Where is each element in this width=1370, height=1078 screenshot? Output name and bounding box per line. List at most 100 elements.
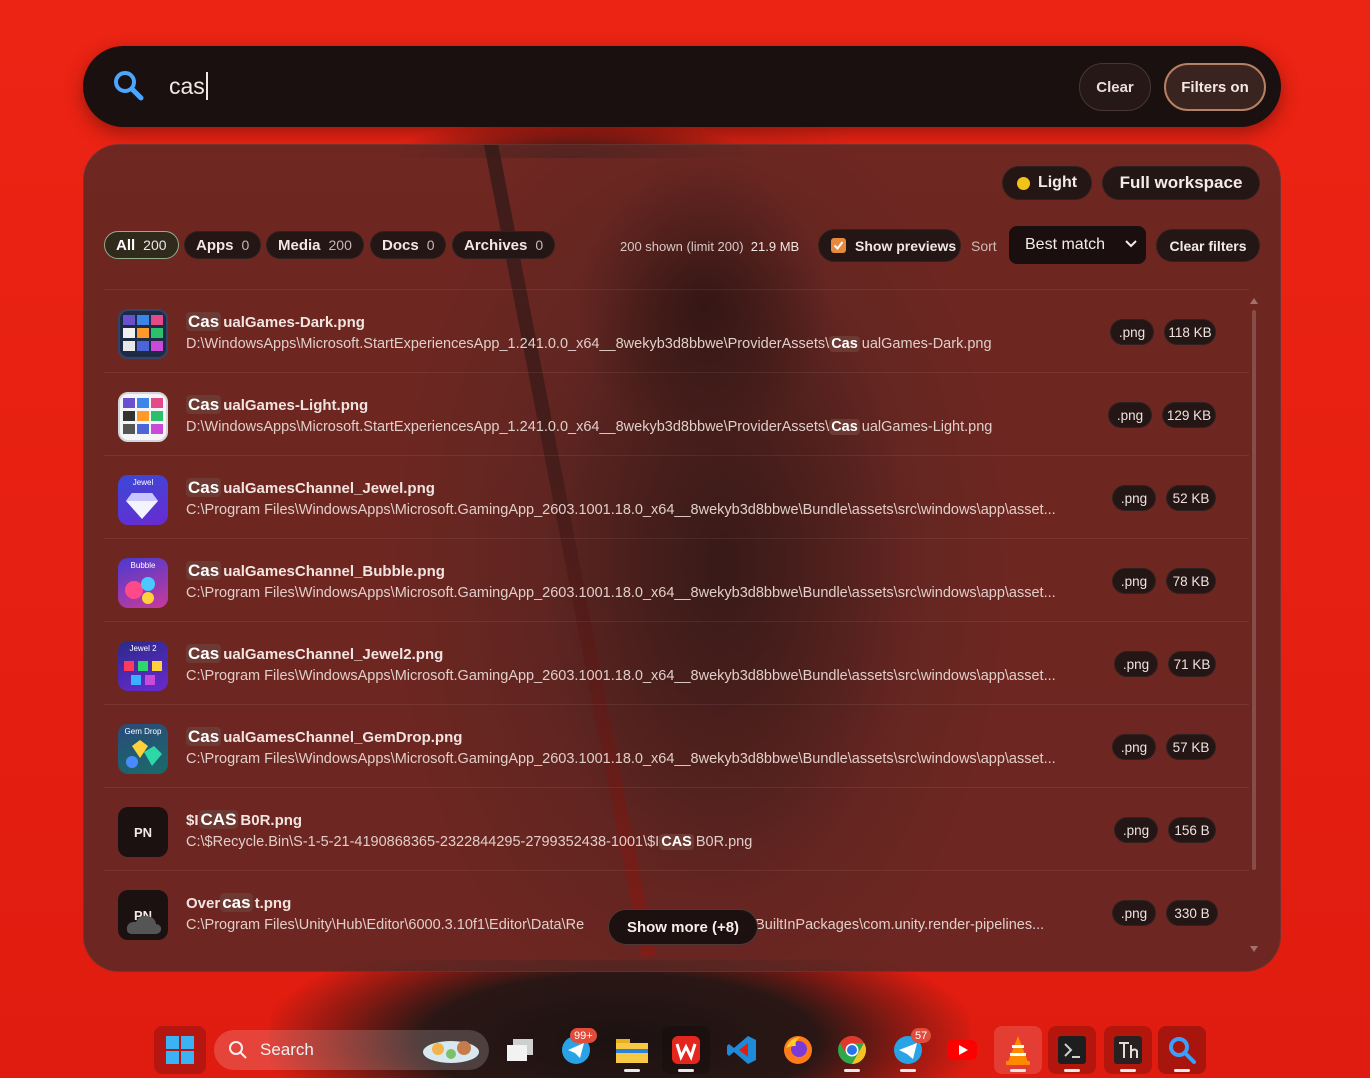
results-scrollbar[interactable]	[1250, 298, 1258, 958]
overcast-weather-icon: PN	[118, 890, 168, 940]
jewel2-game-icon: Jewel 2	[118, 641, 168, 691]
results-list: Cas ualGames-Dark.png D:\WindowsApps\Micr…	[104, 289, 1249, 971]
chip-count: 0	[426, 237, 435, 253]
chip-media[interactable]: Media 200	[266, 231, 364, 259]
result-name: $I CAS B0R.png	[186, 810, 303, 829]
taskbar-search-box[interactable]: Search	[214, 1030, 489, 1070]
scroll-up-arrow-icon[interactable]	[1250, 298, 1258, 304]
result-row[interactable]: PN $I CAS B0R.png C:\$Recycle.Bin\S-1-5-21…	[104, 787, 1249, 871]
size-badge: 78 KB	[1166, 568, 1216, 594]
wps-office-button[interactable]	[662, 1026, 710, 1074]
jewel-game-icon: Jewel	[118, 475, 168, 525]
running-indicator	[900, 1069, 916, 1072]
result-name: Cas ualGames-Dark.png	[186, 312, 365, 331]
filters-toggle-button[interactable]: Filters on	[1164, 63, 1266, 111]
running-indicator	[844, 1069, 860, 1072]
show-more-button[interactable]: Show more (+8)	[608, 909, 758, 945]
vlc-button[interactable]	[994, 1026, 1042, 1074]
theme-toggle-button[interactable]: Light	[1002, 166, 1092, 200]
chip-all[interactable]: All 200	[104, 231, 179, 259]
result-row[interactable]: Gem Drop Cas ualGamesChannel_GemDrop.png …	[104, 704, 1249, 788]
results-panel: Light Full workspace All 200 Apps 0 Media 2…	[83, 144, 1281, 972]
results-shown-count: 200 shown (limit 200)	[620, 239, 744, 254]
show-previews-checkbox[interactable]: Show previews	[818, 229, 961, 262]
typography-app-icon	[1114, 1036, 1142, 1064]
full-workspace-button[interactable]: Full workspace	[1102, 166, 1260, 200]
result-path: D:\WindowsApps\Microsoft.StartExperience…	[186, 336, 992, 352]
chip-count: 200	[328, 237, 352, 253]
running-indicator	[1010, 1069, 1026, 1072]
sort-select[interactable]: Best match	[1009, 226, 1146, 264]
chip-count: 0	[535, 237, 544, 253]
task-view-button[interactable]	[496, 1026, 544, 1074]
running-indicator	[624, 1069, 640, 1072]
file-explorer-icon	[616, 1039, 648, 1063]
search-icon	[229, 1041, 247, 1059]
search-input[interactable]	[169, 68, 1049, 104]
extension-badge: .png	[1112, 568, 1156, 594]
chip-count: 0	[241, 237, 250, 253]
result-path: C:\Program Files\WindowsApps\Microsoft.G…	[186, 502, 1056, 518]
chip-label: All	[116, 236, 136, 254]
clear-filters-button[interactable]: Clear filters	[1156, 229, 1260, 262]
chip-archives[interactable]: Archives 0	[452, 231, 556, 259]
result-path: C:\$Recycle.Bin\S-1-5-21-4190868365-2322…	[186, 834, 753, 850]
result-path: C:\Program Files\WindowsApps\Microsoft.G…	[186, 668, 1056, 684]
clear-button[interactable]: Clear	[1079, 63, 1151, 111]
search-app-icon	[1169, 1037, 1196, 1064]
chip-apps[interactable]: Apps 0	[184, 231, 262, 259]
show-previews-label: Show previews	[855, 237, 957, 254]
chip-label: Apps	[196, 236, 234, 254]
chip-docs[interactable]: Docs 0	[370, 231, 447, 259]
extension-badge: .png	[1108, 402, 1152, 428]
mail-unread-badge: 99+	[570, 1028, 597, 1043]
casual-games-dark-icon	[118, 309, 168, 359]
file-explorer-button[interactable]	[608, 1026, 656, 1074]
windows-start-button[interactable]	[154, 1026, 206, 1074]
theme-toggle-label: Light	[1037, 174, 1078, 191]
mail-app-button[interactable]: 99+	[552, 1026, 600, 1074]
youtube-button[interactable]	[938, 1026, 986, 1074]
search-icon	[114, 71, 144, 101]
sun-dot-icon	[1016, 176, 1030, 190]
result-name: Cas ualGames-Light.png	[186, 395, 369, 414]
task-view-icon	[507, 1039, 533, 1061]
typography-app-button[interactable]	[1104, 1026, 1152, 1074]
result-row[interactable]: Cas ualGames-Dark.png D:\WindowsApps\Micr…	[104, 289, 1249, 373]
chrome-button[interactable]	[828, 1026, 876, 1074]
terminal-button[interactable]	[1048, 1026, 1096, 1074]
chip-label: Archives	[464, 236, 528, 254]
size-badge: 129 KB	[1162, 402, 1216, 428]
size-badge: 118 KB	[1164, 319, 1216, 345]
sort-label: Sort	[971, 238, 997, 254]
size-badge: 57 KB	[1166, 734, 1216, 760]
telegram-button[interactable]: 57	[884, 1026, 932, 1074]
vscode-icon	[727, 1036, 756, 1064]
sort-value: Best match	[1025, 236, 1106, 253]
results-stats: 200 shown (limit 200) 21.9 MB	[620, 239, 799, 254]
size-badge: 330 B	[1166, 900, 1218, 926]
extension-badge: .png	[1112, 734, 1156, 760]
firefox-icon	[784, 1036, 812, 1064]
result-row[interactable]: Jewel Cas ualGamesChannel_Jewel.png C:\Pr…	[104, 455, 1249, 539]
result-row[interactable]: Bubble Cas ualGamesChannel_Bubble.png C:\…	[104, 538, 1249, 622]
running-indicator	[1174, 1069, 1190, 1072]
result-name: Over cas t.png	[186, 893, 292, 912]
result-name: Cas ualGamesChannel_Jewel2.png	[186, 644, 444, 663]
running-indicator	[678, 1069, 694, 1072]
wps-office-icon	[672, 1036, 700, 1064]
size-badge: 71 KB	[1168, 651, 1216, 677]
scrollbar-thumb[interactable]	[1252, 310, 1256, 870]
result-row[interactable]: Cas ualGames-Light.png D:\WindowsApps\Mic…	[104, 372, 1249, 456]
windows-start-icon	[166, 1036, 194, 1064]
size-badge: 52 KB	[1166, 485, 1216, 511]
running-indicator	[1064, 1069, 1080, 1072]
chip-label: Media	[278, 236, 321, 254]
running-indicator	[1120, 1069, 1136, 1072]
result-row[interactable]: Jewel 2 Cas ualGamesChannel_Jewel2.png C:…	[104, 621, 1249, 705]
vscode-button[interactable]	[718, 1026, 766, 1074]
extension-badge: .png	[1112, 900, 1156, 926]
scroll-down-arrow-icon[interactable]	[1250, 946, 1258, 952]
firefox-button[interactable]	[774, 1026, 822, 1074]
search-app-button[interactable]	[1158, 1026, 1206, 1074]
